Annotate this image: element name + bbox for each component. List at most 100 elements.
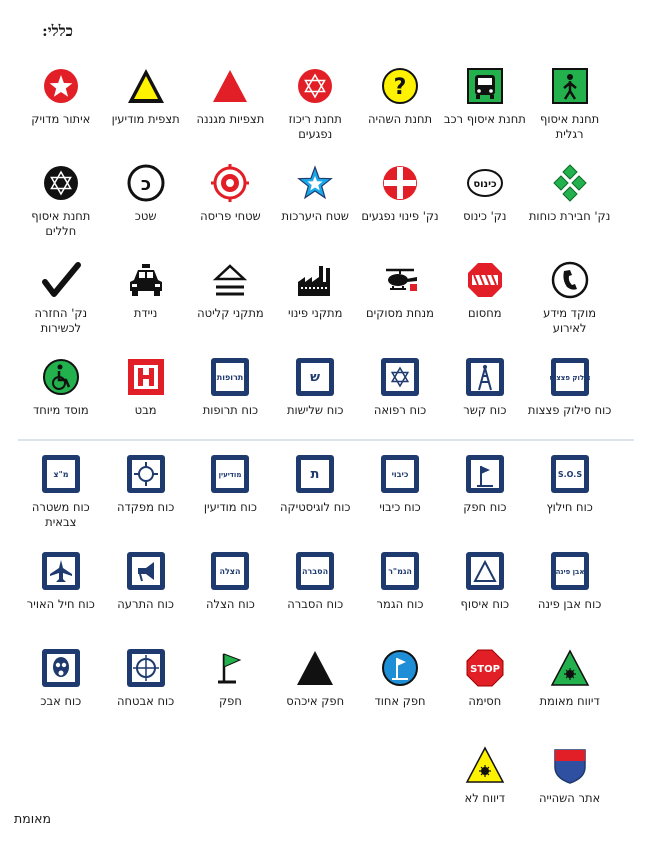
symbol-item: תחנת איסוף רגלית	[527, 60, 612, 157]
symbol-row: דיווח מאומת STOP חסימה חפק אחוד חפק איכהס חפק…	[18, 642, 612, 739]
headquarters-icon	[126, 454, 166, 494]
svg-text:תרופות: תרופות	[217, 373, 244, 382]
sos-icon: S.O.S	[550, 454, 590, 494]
symbol-item: תצפיות מגננה	[188, 60, 273, 157]
svg-text:STOP: STOP	[470, 664, 500, 675]
symbol-label: מבט	[134, 403, 157, 417]
symbol-item: איתור מדויק	[18, 60, 103, 157]
symbol-label: נק' חבירת כוחות	[528, 209, 611, 223]
h-icon	[126, 357, 166, 397]
symbol-label: מוסד מיוחד	[33, 403, 89, 417]
factory-icon	[295, 260, 335, 300]
symbol-label: נק' החזרה לכשירות	[34, 306, 88, 335]
black-star-circle-icon	[41, 163, 81, 203]
svg-text:?: ?	[394, 75, 407, 100]
pedestrian-collection-icon	[550, 66, 590, 106]
symbol-item: מנחת מסוקים	[358, 254, 443, 351]
symbol-item: כוח אבכ	[18, 642, 103, 739]
eject-icon	[210, 260, 250, 300]
symbol-label: תצפית מודיעין	[111, 112, 180, 126]
symbol-item: חפק איכהס	[273, 642, 358, 739]
svg-text:S.O.S: S.O.S	[557, 470, 581, 479]
symbol-item: ? תחנת השהיה	[358, 60, 443, 157]
symbol-label: מתקני קליטה	[197, 306, 264, 320]
symbol-label: איתור מדויק	[31, 112, 91, 126]
deployment-target-icon	[210, 163, 250, 203]
divider	[18, 439, 634, 441]
symbol-item: אתר השהייה	[527, 739, 612, 836]
medicines-icon: תרופות	[210, 357, 250, 397]
footnote-text: מאומת	[14, 811, 51, 826]
police-car-icon	[126, 260, 166, 300]
blue-star-icon	[295, 163, 335, 203]
symbol-label: כוח אבן פינה	[537, 597, 602, 611]
symbol-item: כ שטכ	[103, 157, 188, 254]
symbol-item: מחסום	[442, 254, 527, 351]
medical-star-icon	[380, 357, 420, 397]
symbol-label: תחנת ריכוז נפגעים	[288, 112, 342, 141]
symbol-item: ניידת	[103, 254, 188, 351]
symbol-item: שטח היערכות	[273, 157, 358, 254]
symbol-item: ש כוח שלישות	[273, 351, 358, 448]
symbol-label: דיווח לא	[464, 791, 506, 805]
symbol-item: כיבוי כוח כיבוי	[358, 448, 443, 545]
crosshair-icon	[126, 648, 166, 688]
black-c-circle-icon: כ	[126, 163, 166, 203]
symbol-label: דיווח מאומת	[539, 694, 600, 708]
symbol-label: תחנת איסוף רגלית	[540, 112, 600, 141]
symbol-label: כוח חפק	[463, 500, 507, 514]
symbol-item: כוח אבטחה	[103, 642, 188, 739]
symbol-item: כוח איסוף	[442, 545, 527, 642]
symbol-item: נק' החזרה לכשירות	[18, 254, 103, 351]
symbol-label: כוח מפקדה	[116, 500, 175, 514]
symbol-item: דיווח לא	[442, 739, 527, 836]
verified-report-icon	[550, 648, 590, 688]
svg-text:כיבוי: כיבוי	[392, 470, 409, 479]
roadblock-icon	[465, 260, 505, 300]
symbol-row: אבן פינה כוח אבן פינה כוח איסוף הגמ"ר כוח הג…	[18, 545, 612, 642]
symbol-item: מודיעין כוח מודיעין	[188, 448, 273, 545]
svg-text:כ: כ	[141, 174, 151, 195]
yellow-triangle-icon	[126, 66, 166, 106]
symbol-label: כוח אבטחה	[117, 694, 175, 708]
megaphone-icon	[126, 551, 166, 591]
symbol-label: כוח רפואה	[373, 403, 427, 417]
svg-text:מודיעין: מודיעין	[219, 471, 242, 479]
svg-text:הסברה: הסברה	[302, 567, 328, 576]
symbol-label: תצפיות מגננה	[196, 112, 265, 126]
symbol-label: חפק איכהס	[286, 694, 345, 708]
symbol-item: כוח קשר	[442, 351, 527, 448]
information-icon: הסברה	[295, 551, 335, 591]
symbol-label: כוח סילוק פצצות	[527, 403, 612, 417]
symbol-label: כוח חילוץ	[546, 500, 593, 514]
svg-text:הצלה: הצלה	[220, 567, 241, 576]
symbol-label: נק' פינוי נפגעים	[361, 209, 439, 223]
symbol-row: סילוק פצצות כוח סילוק פצצות כוח קשר כוח רפו…	[18, 351, 612, 448]
symbol-item: הצלה כוח הצלה	[188, 545, 273, 642]
symbol-item: נק' פינוי נפגעים	[358, 157, 443, 254]
bus-collection-icon	[465, 66, 505, 106]
gas-mask-icon	[41, 648, 81, 688]
unified-command-flag-icon	[380, 648, 420, 688]
symbol-label: חפק אחוד	[374, 694, 426, 708]
symbol-item: כוח התרעה	[103, 545, 188, 642]
symbol-label: חפק	[218, 694, 242, 708]
question-mark-icon: ?	[380, 66, 420, 106]
symbol-label: כוח לוגיסטיקה	[279, 500, 351, 514]
bomb-disposal-icon: סילוק פצצות	[550, 357, 590, 397]
symbol-item: כינוס נק' כינוס	[442, 157, 527, 254]
military-police-icon: מ"צ	[41, 454, 81, 494]
communication-tower-icon	[465, 357, 505, 397]
symbol-item: מתקני פינוי	[273, 254, 358, 351]
symbol-label: כוח הסברה	[287, 597, 344, 611]
red-triangle-icon	[210, 66, 250, 106]
symbol-item: ת כוח לוגיסטיקה	[273, 448, 358, 545]
symbol-item: תחנת ריכוז נפגעים	[273, 60, 358, 157]
symbol-label: כוח הצלה	[206, 597, 255, 611]
symbol-label: כוח חיל האויר	[26, 597, 95, 611]
symbol-row: אתר השהייה דיווח לא	[18, 739, 612, 836]
intelligence-icon: מודיעין	[210, 454, 250, 494]
svg-text:סילוק פצצות: סילוק פצצות	[550, 374, 590, 382]
symbol-label: כוח קשר	[463, 403, 507, 417]
symbol-label: אתר השהייה	[538, 791, 601, 805]
